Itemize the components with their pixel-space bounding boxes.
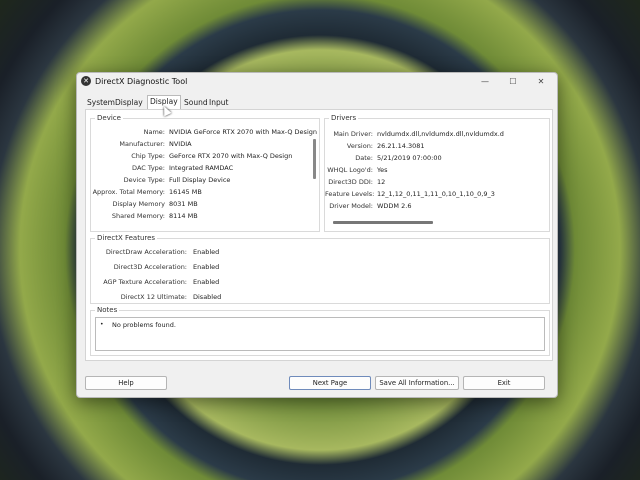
notes-heading: Notes [95,306,120,314]
minimize-button[interactable]: — [477,76,493,88]
exit-button[interactable]: Exit [463,376,545,390]
drivers-heading: Drivers [329,114,359,122]
help-button[interactable]: Help [85,376,167,390]
tab-display-1[interactable]: Display 1 [113,97,145,119]
close-button[interactable]: ✕ [533,76,549,88]
device-heading: Device [95,114,123,122]
drivers-horizontal-scrollbar[interactable] [333,221,433,224]
title-bar[interactable]: ✕ DirectX Diagnostic Tool — ☐ ✕ [77,73,557,91]
notes-group: Notes • No problems found. [90,306,550,356]
tab-sound[interactable]: Sound [182,97,210,109]
dxdiag-app-icon: ✕ [81,76,91,86]
directx-features-heading: DirectX Features [95,234,158,242]
directx-features-group: DirectX Features DirectDraw Acceleration… [90,234,550,304]
display-2-panel: Device Name: NVIDIA GeForce RTX 2070 wit… [85,109,553,361]
maximize-button[interactable]: ☐ [505,76,521,88]
device-scrollbar[interactable] [313,139,316,179]
notes-text: No problems found. [112,321,176,329]
dxdiag-window: ✕ DirectX Diagnostic Tool — ☐ ✕ System D… [76,72,558,398]
next-page-button[interactable]: Next Page [289,376,371,390]
save-all-information-button[interactable]: Save All Information... [375,376,459,390]
tab-input[interactable]: Input [207,97,230,109]
drivers-group: Drivers Main Driver: nvldumdx.dll,nvldum… [324,114,550,232]
device-group: Device Name: NVIDIA GeForce RTX 2070 wit… [90,114,320,232]
notes-textbox[interactable]: • No problems found. [95,317,545,351]
window-title: DirectX Diagnostic Tool [95,77,188,86]
notes-bullet: • [100,321,104,328]
